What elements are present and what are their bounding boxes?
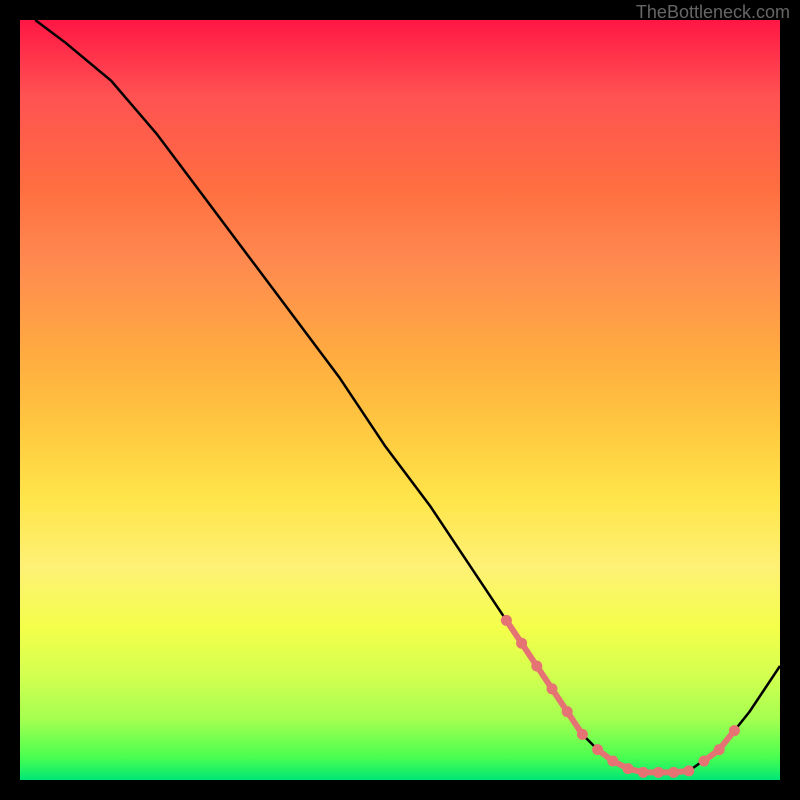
chart-container xyxy=(20,20,780,780)
gradient-background xyxy=(20,20,780,780)
plot-area xyxy=(20,20,780,780)
attribution-text: TheBottleneck.com xyxy=(636,2,790,23)
